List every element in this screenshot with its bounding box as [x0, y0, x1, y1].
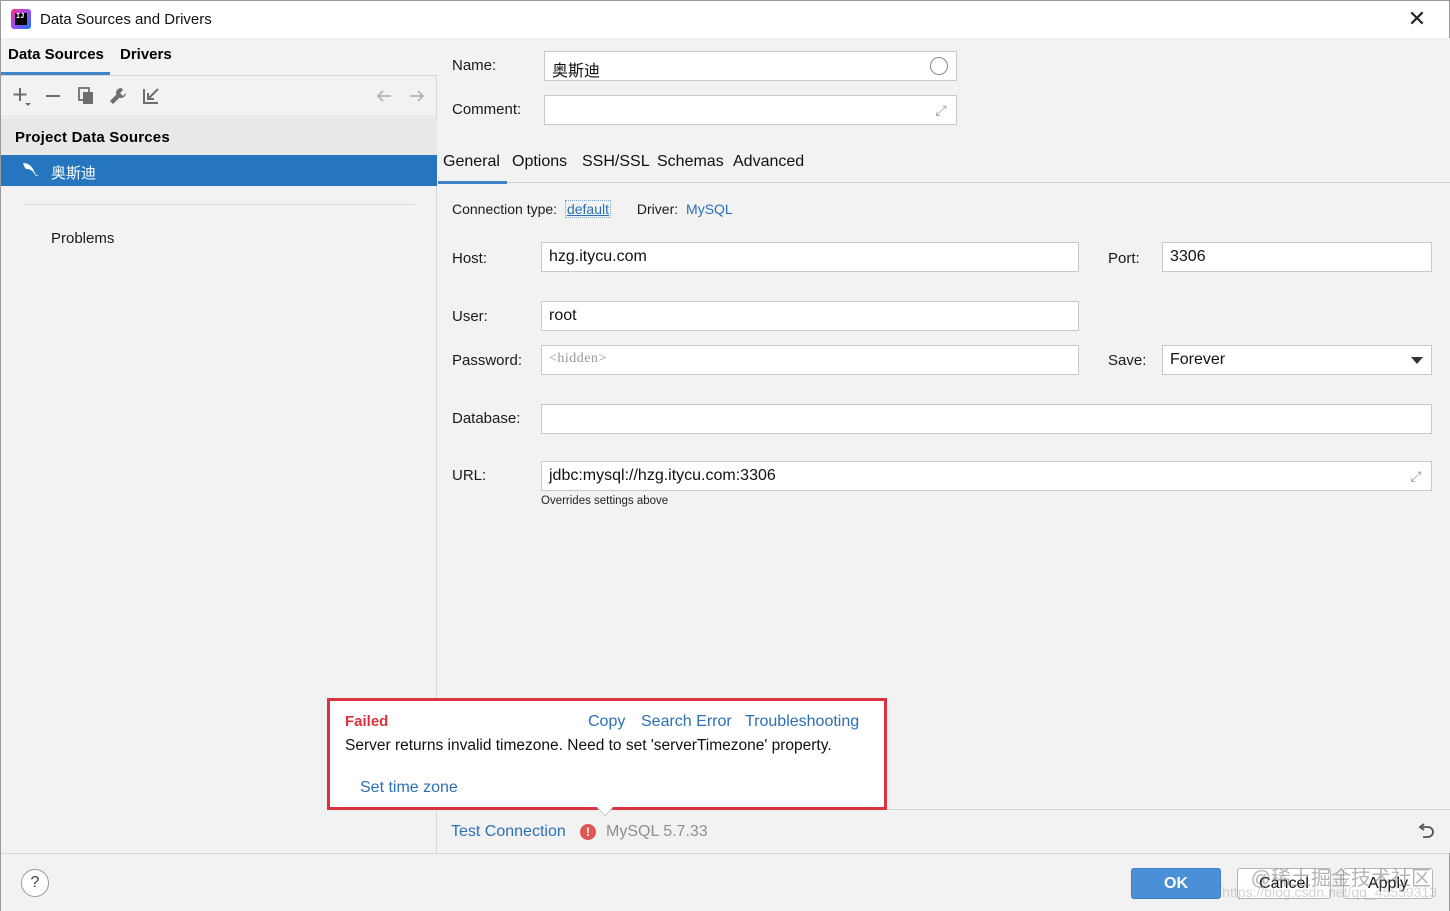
problems-item[interactable]: Problems: [51, 230, 114, 247]
data-source-label: 奥斯迪: [51, 165, 97, 182]
left-toolbar: [1, 77, 437, 117]
expand-icon[interactable]: ⤢: [933, 102, 949, 118]
password-label: Password:: [452, 352, 523, 369]
watermark-url: https://blog.csdn.net/qq_45559313: [1222, 884, 1437, 900]
window-title: Data Sources and Drivers: [40, 11, 212, 28]
tab-drivers[interactable]: Drivers: [120, 46, 172, 63]
close-button[interactable]: ✕: [1405, 7, 1429, 31]
save-label: Save:: [1108, 352, 1147, 369]
import-icon[interactable]: [140, 85, 162, 107]
failed-status: Failed: [345, 713, 389, 730]
duplicate-icon[interactable]: [75, 85, 97, 107]
user-label: User:: [452, 308, 488, 325]
driver-link[interactable]: MySQL: [686, 201, 733, 217]
connection-type-row: Connection type: default Driver: MySQL: [452, 200, 733, 218]
host-label: Host:: [452, 250, 488, 267]
url-note: Overrides settings above: [541, 495, 669, 507]
popup-pointer: [597, 807, 613, 817]
revert-icon[interactable]: [1416, 822, 1436, 842]
test-connection-link[interactable]: Test Connection: [451, 823, 566, 841]
settings-tab-bar: General Options SSH/SSL Schemas Advanced: [438, 145, 1450, 184]
url-expand-icon[interactable]: ⤢: [1408, 468, 1424, 484]
port-label: Port:: [1108, 250, 1140, 267]
test-connection-bar: Test Connection ! MySQL 5.7.33: [438, 809, 1450, 853]
dialog-footer: ? OK Cancel Apply @稀土掘金技术社区 https://blog…: [1, 853, 1449, 911]
color-circle-icon[interactable]: [930, 57, 948, 75]
connection-type-label: Connection type:: [452, 201, 558, 217]
save-select-value: Forever: [1170, 351, 1226, 368]
forward-arrow-icon[interactable]: [406, 85, 428, 107]
tab-schemas[interactable]: Schemas: [657, 153, 724, 171]
tab-data-sources[interactable]: Data Sources: [1, 46, 110, 75]
url-label: URL:: [452, 467, 487, 484]
error-message: Server returns invalid timezone. Need to…: [345, 737, 832, 754]
section-header-label: Project Data Sources: [15, 129, 170, 146]
database-field[interactable]: [541, 404, 1432, 434]
url-field[interactable]: jdbc:mysql://hzg.itycu.com:3306: [541, 461, 1432, 491]
server-version: MySQL 5.7.33: [606, 823, 708, 840]
tab-general[interactable]: General: [438, 153, 507, 184]
user-field[interactable]: root: [541, 301, 1079, 331]
mysql-dolphin-icon: [23, 163, 39, 176]
driver-label: Driver:: [636, 201, 679, 217]
connection-type-link[interactable]: default: [564, 200, 612, 218]
password-field[interactable]: <hidden>: [541, 345, 1079, 375]
name-label: Name:: [452, 57, 497, 74]
title-bar: IJ Data Sources and Drivers ✕: [1, 1, 1449, 38]
add-icon[interactable]: [11, 85, 33, 107]
name-field[interactable]: 奥斯迪: [544, 51, 957, 81]
intellij-logo-icon: IJ: [11, 9, 31, 29]
save-select[interactable]: Forever: [1162, 345, 1432, 375]
port-field[interactable]: 3306: [1162, 242, 1432, 272]
data-source-item[interactable]: 奥斯迪: [1, 155, 437, 186]
comment-field[interactable]: [544, 95, 957, 125]
ok-button[interactable]: OK: [1131, 868, 1221, 899]
help-button[interactable]: ?: [21, 869, 49, 897]
tab-ssh-ssl[interactable]: SSH/SSL: [582, 153, 650, 171]
comment-label: Comment:: [452, 101, 522, 118]
chevron-down-icon: [1411, 357, 1423, 364]
error-icon[interactable]: !: [580, 824, 596, 840]
error-popup: Failed Copy Search Error Troubleshooting…: [327, 698, 887, 810]
search-error-link[interactable]: Search Error: [641, 713, 732, 731]
host-field[interactable]: hzg.itycu.com: [541, 242, 1079, 272]
project-data-sources-header: Project Data Sources: [1, 118, 437, 155]
left-divider: [23, 204, 415, 205]
set-time-zone-link[interactable]: Set time zone: [360, 779, 458, 797]
back-arrow-icon[interactable]: [373, 85, 395, 107]
remove-icon[interactable]: [42, 85, 64, 107]
left-tab-bar: Data Sources Drivers: [1, 38, 437, 76]
copy-link[interactable]: Copy: [588, 713, 625, 731]
tab-advanced[interactable]: Advanced: [733, 153, 804, 171]
wrench-icon[interactable]: [107, 85, 129, 107]
tab-options[interactable]: Options: [512, 153, 567, 171]
troubleshooting-link[interactable]: Troubleshooting: [745, 713, 859, 731]
dialog-window: IJ Data Sources and Drivers ✕ Data Sourc…: [0, 0, 1450, 911]
database-label: Database:: [452, 410, 521, 427]
